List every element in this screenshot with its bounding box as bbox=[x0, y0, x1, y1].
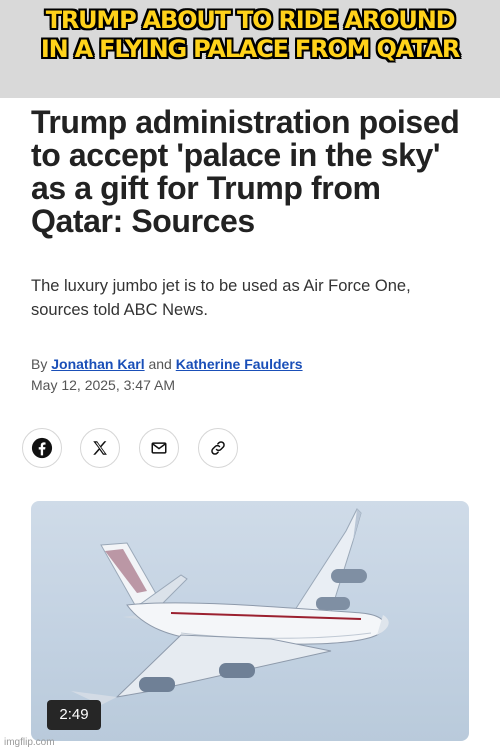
meme-caption-line-1: TRUMP ABOUT TO RIDE AROUND bbox=[45, 6, 456, 34]
meme-caption: TRUMP ABOUT TO RIDE AROUND IN A FLYING P… bbox=[0, 6, 500, 64]
copy-link-button[interactable] bbox=[198, 428, 238, 468]
publish-date: May 12, 2025, 3:47 AM bbox=[31, 377, 175, 393]
article-subhead: The luxury jumbo jet is to be used as Ai… bbox=[31, 277, 411, 319]
link-icon bbox=[211, 441, 225, 455]
share-facebook-button[interactable] bbox=[22, 428, 62, 468]
byline: By Jonathan Karl and Katherine Faulders bbox=[31, 356, 303, 372]
article-headline: Trump administration poised to accept 'p… bbox=[31, 104, 460, 239]
byline-prefix: By bbox=[31, 356, 48, 372]
meme-caption-line-2: IN A FLYING PALACE FROM QATAR bbox=[40, 35, 460, 63]
share-x-button[interactable] bbox=[80, 428, 120, 468]
imgflip-watermark: imgflip.com bbox=[4, 737, 55, 748]
author-link-jonathan-karl[interactable]: Jonathan Karl bbox=[51, 356, 144, 372]
video-player[interactable]: 2:49 bbox=[31, 501, 469, 741]
byline-join: and bbox=[148, 356, 172, 372]
facebook-icon bbox=[31, 437, 53, 459]
share-email-button[interactable] bbox=[139, 428, 179, 468]
x-icon bbox=[93, 441, 107, 455]
video-duration-badge: 2:49 bbox=[47, 700, 101, 730]
email-icon bbox=[151, 442, 167, 454]
article-card: Trump administration poised to accept 'p… bbox=[0, 98, 500, 753]
meme-banner: TRUMP ABOUT TO RIDE AROUND IN A FLYING P… bbox=[0, 0, 500, 98]
author-link-katherine-faulders[interactable]: Katherine Faulders bbox=[176, 356, 303, 372]
